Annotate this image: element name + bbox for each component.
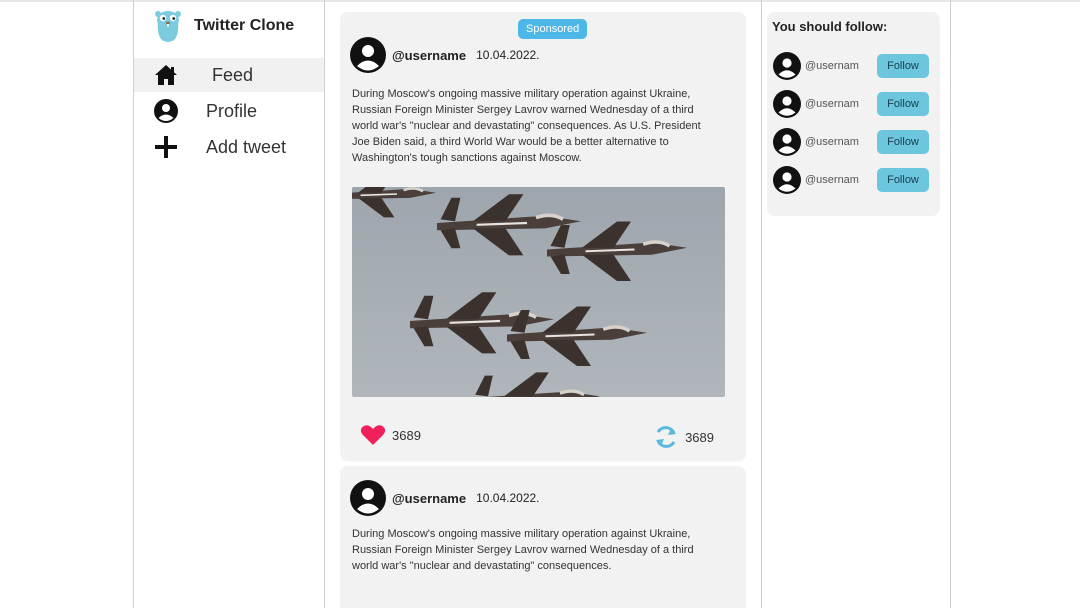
nav-label-feed: Feed bbox=[212, 64, 254, 85]
tweet-text: During Moscow's ongoing massive military… bbox=[352, 528, 694, 572]
sidebar: Twitter Clone Feed Profile Add tweet bbox=[134, 0, 324, 608]
retweet-count: 3689 bbox=[685, 429, 714, 445]
nav-item-add-tweet[interactable]: Add tweet bbox=[134, 130, 324, 164]
follow-suggestions-title: You should follow: bbox=[772, 19, 888, 34]
plus-icon bbox=[152, 133, 180, 161]
retweet-icon bbox=[656, 426, 677, 448]
avatar-icon[interactable] bbox=[350, 480, 386, 516]
sponsored-badge: Sponsored bbox=[518, 19, 588, 39]
heart-icon bbox=[360, 425, 386, 445]
home-icon bbox=[152, 61, 180, 89]
avatar-icon[interactable] bbox=[773, 128, 801, 156]
right-divider bbox=[950, 0, 951, 608]
like-count: 3689 bbox=[392, 427, 421, 443]
like-button[interactable]: 3689 bbox=[360, 424, 421, 446]
nav-item-feed[interactable]: Feed bbox=[134, 58, 324, 92]
tweet-card[interactable]: @username 10.04.2022. During Moscow's on… bbox=[340, 466, 746, 608]
tweet-header: @username 10.04.2022. bbox=[350, 480, 540, 516]
avatar-icon[interactable] bbox=[773, 166, 801, 194]
tweet-date: 10.04.2022. bbox=[476, 48, 540, 62]
sidebar-divider bbox=[324, 0, 325, 608]
tweet-date: 10.04.2022. bbox=[476, 491, 540, 505]
follow-button[interactable]: Follow bbox=[877, 54, 929, 78]
retweet-button[interactable]: 3689 bbox=[653, 424, 714, 450]
nav-label-profile: Profile bbox=[206, 100, 258, 121]
suggestion-username[interactable]: @usernam bbox=[805, 174, 871, 186]
follow-suggestions: You should follow: @usernam Follow @user… bbox=[767, 12, 940, 216]
tweet-card[interactable]: Sponsored @username 10.04.2022. During M… bbox=[340, 12, 746, 460]
avatar-icon[interactable] bbox=[773, 90, 801, 118]
suggestion-item: @usernam Follow bbox=[773, 89, 933, 119]
user-icon bbox=[152, 97, 180, 125]
tweet-header: @username 10.04.2022. bbox=[350, 37, 540, 73]
tweet-username[interactable]: @username bbox=[392, 491, 466, 506]
suggestion-username[interactable]: @usernam bbox=[805, 60, 871, 72]
avatar-icon[interactable] bbox=[773, 52, 801, 80]
tweet-text: During Moscow's ongoing massive military… bbox=[352, 88, 701, 164]
follow-button[interactable]: Follow bbox=[877, 130, 929, 154]
avatar-icon[interactable] bbox=[350, 37, 386, 73]
fighter-jets-image bbox=[352, 187, 689, 397]
follow-button[interactable]: Follow bbox=[877, 92, 929, 116]
nav-label-add-tweet: Add tweet bbox=[206, 136, 287, 157]
feed: Sponsored @username 10.04.2022. During M… bbox=[340, 0, 746, 608]
suggestion-username[interactable]: @usernam bbox=[805, 136, 871, 148]
feed-divider bbox=[761, 0, 762, 608]
app-title: Twitter Clone bbox=[194, 17, 295, 34]
nav-item-profile[interactable]: Profile bbox=[134, 94, 324, 128]
main-nav: Feed Profile Add tweet bbox=[134, 58, 324, 166]
tweet-username[interactable]: @username bbox=[392, 48, 466, 63]
suggestion-item: @usernam Follow bbox=[773, 127, 933, 157]
suggestion-item: @usernam Follow bbox=[773, 51, 933, 81]
follow-button[interactable]: Follow bbox=[877, 168, 929, 192]
tweet-actions: 3689 3689 bbox=[340, 424, 746, 452]
suggestion-item: @usernam Follow bbox=[773, 165, 933, 195]
tweet-image bbox=[352, 187, 725, 397]
suggestion-username[interactable]: @usernam bbox=[805, 98, 871, 110]
brand[interactable]: Twitter Clone bbox=[150, 8, 294, 44]
gopher-logo-icon bbox=[155, 11, 181, 42]
